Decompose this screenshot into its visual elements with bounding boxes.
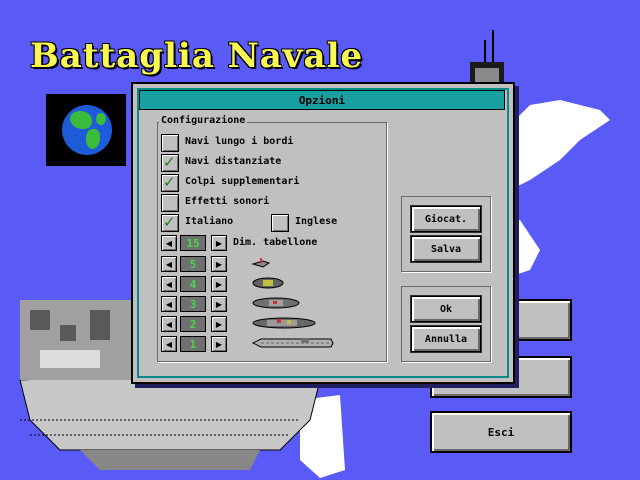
arrow-left-icon: ◀ [165,259,173,269]
option-label: Navi distanziate [185,156,282,167]
checkbox-italiano[interactable]: ✓ [161,213,179,232]
ship-size-1-icon [251,258,271,268]
dialog-title: Opzioni [139,90,505,110]
board-size-value: 15 [180,235,206,251]
ship-size-3-icon [252,297,300,309]
checkmark-icon: ✓ [163,213,176,231]
board-size-label: Dim. tabellone [233,237,318,248]
ship-count-value: 3 [180,296,206,312]
players-button[interactable]: Giocat. [411,206,481,232]
ship-count-value: 4 [180,276,206,292]
globe-icon [62,105,112,155]
ship-count-value: 5 [180,256,206,272]
ship-count-value: 1 [180,336,206,352]
checkmark-icon: ✓ [163,173,176,191]
ship-count-decrease-button[interactable]: ◀ [161,316,177,332]
game-title: Battaglia Navale [30,36,364,76]
arrow-right-icon: ▶ [215,299,223,309]
ship-count-increase-button[interactable]: ▶ [211,316,227,332]
ship-count-decrease-button[interactable]: ◀ [161,336,177,352]
cancel-button[interactable]: Annulla [411,326,481,352]
arrow-right-icon: ▶ [215,319,223,329]
option-label: Colpi supplementari [185,176,300,187]
ship-count-increase-button[interactable]: ▶ [211,336,227,352]
option-label: Effetti sonori [185,196,270,207]
configuration-group-label: Configurazione [159,115,248,126]
ship-count-increase-button[interactable]: ▶ [211,256,227,272]
exit-button[interactable]: Esci [430,411,572,453]
arrow-left-icon: ◀ [165,299,173,309]
checkbox-navi-lungo-bordi[interactable] [161,134,179,152]
save-button[interactable]: Salva [411,236,481,262]
arrow-left-icon: ◀ [165,339,173,349]
arrow-right-icon: ▶ [215,259,223,269]
board-size-decrease-button[interactable]: ◀ [161,235,177,251]
arrow-left-icon: ◀ [165,238,173,248]
ship-count-decrease-button[interactable]: ◀ [161,296,177,312]
checkbox-navi-distanziate[interactable]: ✓ [161,153,179,172]
ship-count-increase-button[interactable]: ▶ [211,296,227,312]
ship-count-increase-button[interactable]: ▶ [211,276,227,292]
ship-count-decrease-button[interactable]: ◀ [161,256,177,272]
ship-size-5-icon [251,338,334,348]
arrow-right-icon: ▶ [215,238,223,248]
arrow-left-icon: ◀ [165,319,173,329]
option-label: Navi lungo i bordi [185,136,294,147]
checkmark-icon: ✓ [163,153,176,171]
language-label-inglese: Inglese [295,216,338,227]
options-dialog: Opzioni Configurazione Navi lungo i bord… [131,82,515,384]
ship-size-2-icon [252,277,284,289]
language-label-italiano: Italiano [185,216,234,227]
arrow-left-icon: ◀ [165,279,173,289]
ship-count-value: 2 [180,316,206,332]
board-size-increase-button[interactable]: ▶ [211,235,227,251]
arrow-right-icon: ▶ [215,279,223,289]
ship-size-4-icon [252,317,316,329]
checkbox-inglese[interactable] [271,214,289,232]
globe-logo [46,94,126,166]
checkbox-effetti-sonori[interactable] [161,194,179,212]
ship-count-decrease-button[interactable]: ◀ [161,276,177,292]
arrow-right-icon: ▶ [215,339,223,349]
checkbox-colpi-supplementari[interactable]: ✓ [161,173,179,192]
ok-button[interactable]: Ok [411,296,481,322]
